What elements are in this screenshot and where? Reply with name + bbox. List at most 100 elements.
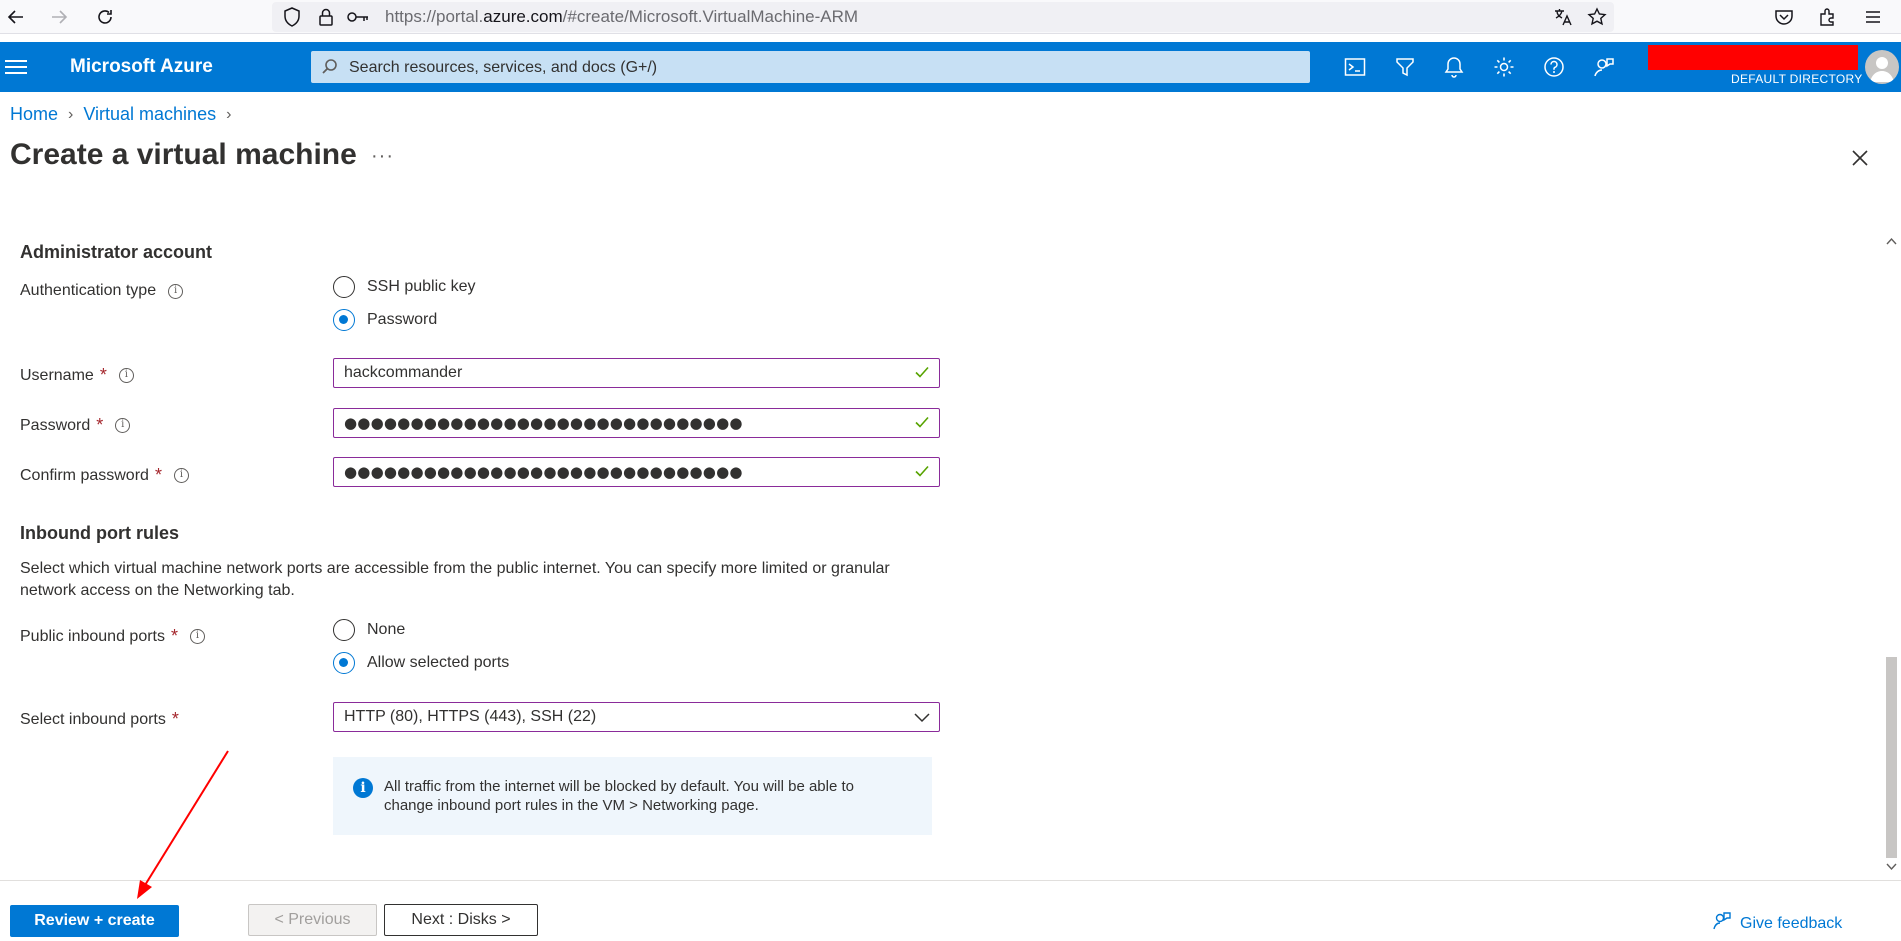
info-icon[interactable]: i bbox=[168, 283, 184, 299]
forward-icon[interactable] bbox=[47, 5, 71, 29]
section-administrator-account: Administrator account bbox=[20, 242, 213, 262]
username-field[interactable]: hackcommander bbox=[333, 358, 940, 388]
wizard-footer: Review + create < Previous Next : Disks … bbox=[0, 880, 1901, 941]
valid-check-icon bbox=[913, 413, 931, 436]
radio-label: Allow selected ports bbox=[367, 654, 510, 671]
search-icon bbox=[321, 58, 339, 81]
radio-button[interactable] bbox=[333, 276, 355, 298]
shield-icon[interactable] bbox=[280, 5, 304, 29]
confirm-password-text: Confirm password bbox=[20, 466, 149, 484]
radio-label: None bbox=[367, 621, 406, 638]
portal-menu-icon[interactable] bbox=[5, 56, 27, 78]
brand-name[interactable]: Microsoft Azure bbox=[70, 56, 213, 78]
breadcrumb-home[interactable]: Home bbox=[10, 104, 58, 125]
radio-allow-selected-ports[interactable]: Allow selected ports bbox=[333, 652, 509, 674]
feedback-person-icon[interactable] bbox=[1591, 54, 1617, 80]
azure-top-bar: Microsoft Azure Search resources, servic… bbox=[0, 42, 1901, 92]
radio-label: Password bbox=[367, 311, 438, 328]
authentication-type-text: Authentication type bbox=[20, 282, 157, 299]
section-inbound-port-rules: Inbound port rules bbox=[20, 523, 179, 543]
info-message-text: All traffic from the internet will be bl… bbox=[384, 778, 854, 814]
redacted-account-name bbox=[1648, 45, 1858, 70]
password-value: ●●●●●●●●●●●●●●●●●●●●●●●●●●●●●● bbox=[344, 414, 743, 432]
give-feedback-link[interactable]: Give feedback bbox=[1712, 911, 1842, 936]
directory-name[interactable]: DEFAULT DIRECTORY bbox=[1731, 72, 1863, 86]
vertical-scrollbar[interactable] bbox=[1882, 232, 1901, 876]
valid-check-icon bbox=[913, 462, 931, 485]
lock-icon[interactable] bbox=[314, 5, 338, 29]
url-suffix: /#create/Microsoft.VirtualMachine-ARM bbox=[562, 7, 859, 26]
public-inbound-ports-text: Public inbound ports bbox=[20, 627, 165, 645]
radio-button[interactable] bbox=[333, 619, 355, 641]
radio-none[interactable]: None bbox=[333, 619, 405, 641]
browser-toolbar: https://portal.azure.com/#create/Microso… bbox=[0, 0, 1901, 34]
radio-label: SSH public key bbox=[367, 278, 476, 295]
key-icon[interactable] bbox=[346, 5, 370, 29]
radio-button-selected[interactable] bbox=[333, 652, 355, 674]
public-inbound-ports-label: Public inbound ports * i bbox=[20, 626, 205, 647]
translate-icon[interactable] bbox=[1551, 5, 1575, 29]
close-icon[interactable] bbox=[1848, 146, 1872, 170]
chevron-right-icon: › bbox=[68, 105, 74, 123]
info-icon[interactable]: i bbox=[115, 418, 131, 433]
more-options-icon[interactable]: ··· bbox=[371, 145, 394, 168]
password-field[interactable]: ●●●●●●●●●●●●●●●●●●●●●●●●●●●●●● bbox=[333, 408, 940, 438]
info-message-box: i All traffic from the internet will be … bbox=[333, 757, 932, 835]
help-icon[interactable] bbox=[1541, 54, 1567, 80]
info-icon[interactable]: i bbox=[173, 468, 189, 483]
cloud-shell-icon[interactable] bbox=[1342, 54, 1368, 80]
username-value: hackcommander bbox=[344, 364, 463, 381]
give-feedback-label: Give feedback bbox=[1740, 914, 1843, 932]
username-label: Username * i bbox=[20, 365, 134, 386]
page-title: Create a virtual machine bbox=[10, 138, 357, 171]
url-text[interactable]: https://portal.azure.com/#create/Microso… bbox=[385, 7, 858, 27]
breadcrumb: Home › Virtual machines › bbox=[10, 104, 231, 125]
authentication-type-label: Authentication type i bbox=[20, 282, 184, 300]
previous-button[interactable]: < Previous bbox=[248, 904, 377, 936]
avatar[interactable] bbox=[1865, 50, 1899, 84]
inbound-description: Select which virtual machine network por… bbox=[20, 560, 890, 599]
url-prefix: https://portal. bbox=[385, 7, 484, 26]
username-text: Username bbox=[20, 366, 94, 384]
back-icon[interactable] bbox=[4, 5, 28, 29]
chevron-right-icon: › bbox=[226, 105, 232, 123]
extensions-icon[interactable] bbox=[1816, 5, 1840, 29]
settings-gear-icon[interactable] bbox=[1491, 54, 1517, 80]
scroll-thumb[interactable] bbox=[1886, 657, 1897, 858]
url-domain: azure.com bbox=[483, 7, 563, 26]
breadcrumb-virtual-machines[interactable]: Virtual machines bbox=[83, 104, 216, 125]
info-icon[interactable]: i bbox=[118, 368, 134, 383]
required-asterisk: * bbox=[96, 415, 104, 435]
search-placeholder: Search resources, services, and docs (G+… bbox=[349, 59, 658, 76]
valid-check-icon bbox=[913, 363, 931, 386]
scroll-down-icon[interactable] bbox=[1886, 861, 1897, 872]
select-inbound-ports-text: Select inbound ports bbox=[20, 710, 166, 728]
scroll-up-icon[interactable] bbox=[1886, 236, 1897, 247]
next-disks-button[interactable]: Next : Disks > bbox=[384, 904, 538, 936]
pocket-icon[interactable] bbox=[1772, 5, 1796, 29]
inbound-ports-dropdown[interactable]: HTTP (80), HTTPS (443), SSH (22) bbox=[333, 702, 940, 732]
select-inbound-ports-label: Select inbound ports * bbox=[20, 709, 179, 730]
reload-icon[interactable] bbox=[93, 5, 117, 29]
radio-button-selected[interactable] bbox=[333, 309, 355, 331]
chevron-down-icon[interactable] bbox=[913, 708, 931, 731]
bookmark-star-icon[interactable] bbox=[1585, 5, 1609, 29]
radio-ssh-public-key[interactable]: SSH public key bbox=[333, 276, 476, 298]
confirm-password-value: ●●●●●●●●●●●●●●●●●●●●●●●●●●●●●● bbox=[344, 463, 743, 481]
directory-filter-icon[interactable] bbox=[1392, 54, 1418, 80]
required-asterisk: * bbox=[171, 709, 179, 729]
info-circle-icon: i bbox=[353, 778, 373, 798]
required-asterisk: * bbox=[154, 465, 162, 485]
password-label: Password * i bbox=[20, 415, 131, 436]
confirm-password-label: Confirm password * i bbox=[20, 465, 189, 486]
feedback-icon bbox=[1712, 911, 1732, 936]
required-asterisk: * bbox=[170, 626, 178, 646]
global-search-input[interactable]: Search resources, services, and docs (G+… bbox=[311, 51, 1310, 83]
review-create-button[interactable]: Review + create bbox=[10, 905, 179, 937]
radio-password[interactable]: Password bbox=[333, 309, 437, 331]
confirm-password-field[interactable]: ●●●●●●●●●●●●●●●●●●●●●●●●●●●●●● bbox=[333, 457, 940, 487]
inbound-ports-value: HTTP (80), HTTPS (443), SSH (22) bbox=[344, 708, 597, 725]
notifications-bell-icon[interactable] bbox=[1441, 54, 1467, 80]
info-icon[interactable]: i bbox=[190, 629, 205, 644]
app-menu-icon[interactable] bbox=[1861, 5, 1885, 29]
